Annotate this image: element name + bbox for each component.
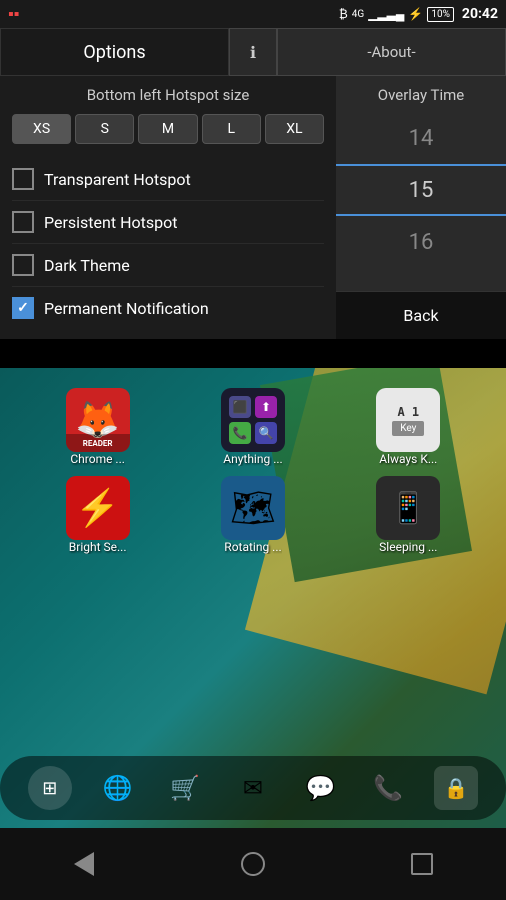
permanent-notification-option[interactable]: Permanent Notification [12,287,324,329]
number-list: 14 15 16 [336,112,506,291]
dock-chrome-icon[interactable]: 🌐 [96,766,140,810]
signal-icon: ▁▂▃▄ [368,7,404,21]
hotspot-size-title: Bottom left Hotspot size [12,86,324,104]
dock-apps-icon[interactable]: ⊞ [28,766,72,810]
recent-nav-button[interactable] [392,834,452,894]
options-panel: Options ℹ -About- Bottom left Hotspot si… [0,28,506,339]
dark-theme-option[interactable]: Dark Theme [12,244,324,287]
info-icon: ℹ [250,43,256,62]
persistent-hotspot-label: Persistent Hotspot [44,213,177,232]
dock-phone-icon[interactable]: 📞 [366,766,410,810]
alwaysk-app-icon[interactable]: A 1 Key Always K... [358,388,458,466]
home-nav-button[interactable] [223,834,283,894]
options-tab-label: Options [83,42,145,63]
brightse-label: Bright Se... [69,540,127,554]
content-area: Bottom left Hotspot size XS S M L XL Tra… [0,76,506,339]
app-row-1: 🦊 READER Chrome ... ⬛ ⬆ 📞 🔍 [0,388,506,466]
number-14[interactable]: 14 [336,112,506,164]
clock: 20:42 [462,6,498,22]
size-s-button[interactable]: S [75,114,134,144]
options-tab[interactable]: Options [0,28,229,76]
about-tab-label: -About- [367,43,415,61]
size-m-button[interactable]: M [138,114,197,144]
right-panel: Overlay Time 14 15 16 Back [336,76,506,339]
size-buttons: XS S M L XL [12,114,324,144]
info-button[interactable]: ℹ [229,28,277,76]
back-nav-button[interactable] [54,834,114,894]
status-right-icons: ₿ 4G ▁▂▃▄ ⚡ 10% 20:42 [339,6,498,22]
dock-lock-icon[interactable]: 🔒 [434,766,478,810]
permanent-notification-checkbox[interactable] [12,297,34,319]
transparent-hotspot-checkbox[interactable] [12,168,34,190]
rotating-label: Rotating ... [224,540,281,554]
dark-theme-checkbox[interactable] [12,254,34,276]
persistent-hotspot-option[interactable]: Persistent Hotspot [12,201,324,244]
dock-email-icon[interactable]: ✉ [231,766,275,810]
anything-app-icon[interactable]: ⬛ ⬆ 📞 🔍 Anything ... [203,388,303,466]
left-panel: Bottom left Hotspot size XS S M L XL Tra… [0,76,336,339]
size-l-button[interactable]: L [202,114,261,144]
status-bar: ▪▪ ₿ 4G ▁▂▃▄ ⚡ 10% 20:42 [0,0,506,28]
back-button[interactable]: Back [336,291,506,339]
back-triangle-icon [74,852,94,876]
nav-bar [0,828,506,900]
brightse-app-icon[interactable]: ⚡ Bright Se... [48,476,148,554]
recent-square-icon [411,853,433,875]
4g-icon: 4G [352,9,364,20]
overlay-time-title: Overlay Time [336,76,506,112]
desktop-area: 🦊 READER Chrome ... ⬛ ⬆ 📞 🔍 [0,368,506,900]
persistent-hotspot-checkbox[interactable] [12,211,34,233]
chrome-app-icon[interactable]: 🦊 READER Chrome ... [48,388,148,466]
status-left-icons: ▪▪ [8,4,19,24]
about-tab[interactable]: -About- [277,28,506,76]
transparent-hotspot-label: Transparent Hotspot [44,170,191,189]
rotating-app-icon[interactable]: 🗺 Rotating ... [203,476,303,554]
dock-play-icon[interactable]: 🛒 [163,766,207,810]
size-xl-button[interactable]: XL [265,114,324,144]
size-xs-button[interactable]: XS [12,114,71,144]
app-row-2: ⚡ Bright Se... 🗺 Rotating ... 📱 Sleeping… [0,476,506,554]
home-circle-icon [241,852,265,876]
sleeping-app-icon[interactable]: 📱 Sleeping ... [358,476,458,554]
flash-icon: ⚡ [408,7,423,21]
dock-bar: ⊞ 🌐 🛒 ✉ 💬 📞 🔒 [0,756,506,820]
number-15[interactable]: 15 [336,164,506,216]
sleeping-label: Sleeping ... [379,540,437,554]
chrome-label: Chrome ... [70,452,125,466]
top-bar: Options ℹ -About- [0,28,506,76]
app-logo-icon: ▪▪ [8,4,19,24]
app-icons: 🦊 READER Chrome ... ⬛ ⬆ 📞 🔍 [0,388,506,564]
alwaysk-label: Always K... [379,452,437,466]
number-16[interactable]: 16 [336,216,506,268]
bluetooth-icon: ₿ [339,7,348,21]
battery-indicator: 10% [427,7,454,22]
anything-label: Anything ... [223,452,282,466]
dark-theme-label: Dark Theme [44,256,130,275]
dock-chat-icon[interactable]: 💬 [299,766,343,810]
permanent-notification-label: Permanent Notification [44,299,209,318]
transparent-hotspot-option[interactable]: Transparent Hotspot [12,158,324,201]
